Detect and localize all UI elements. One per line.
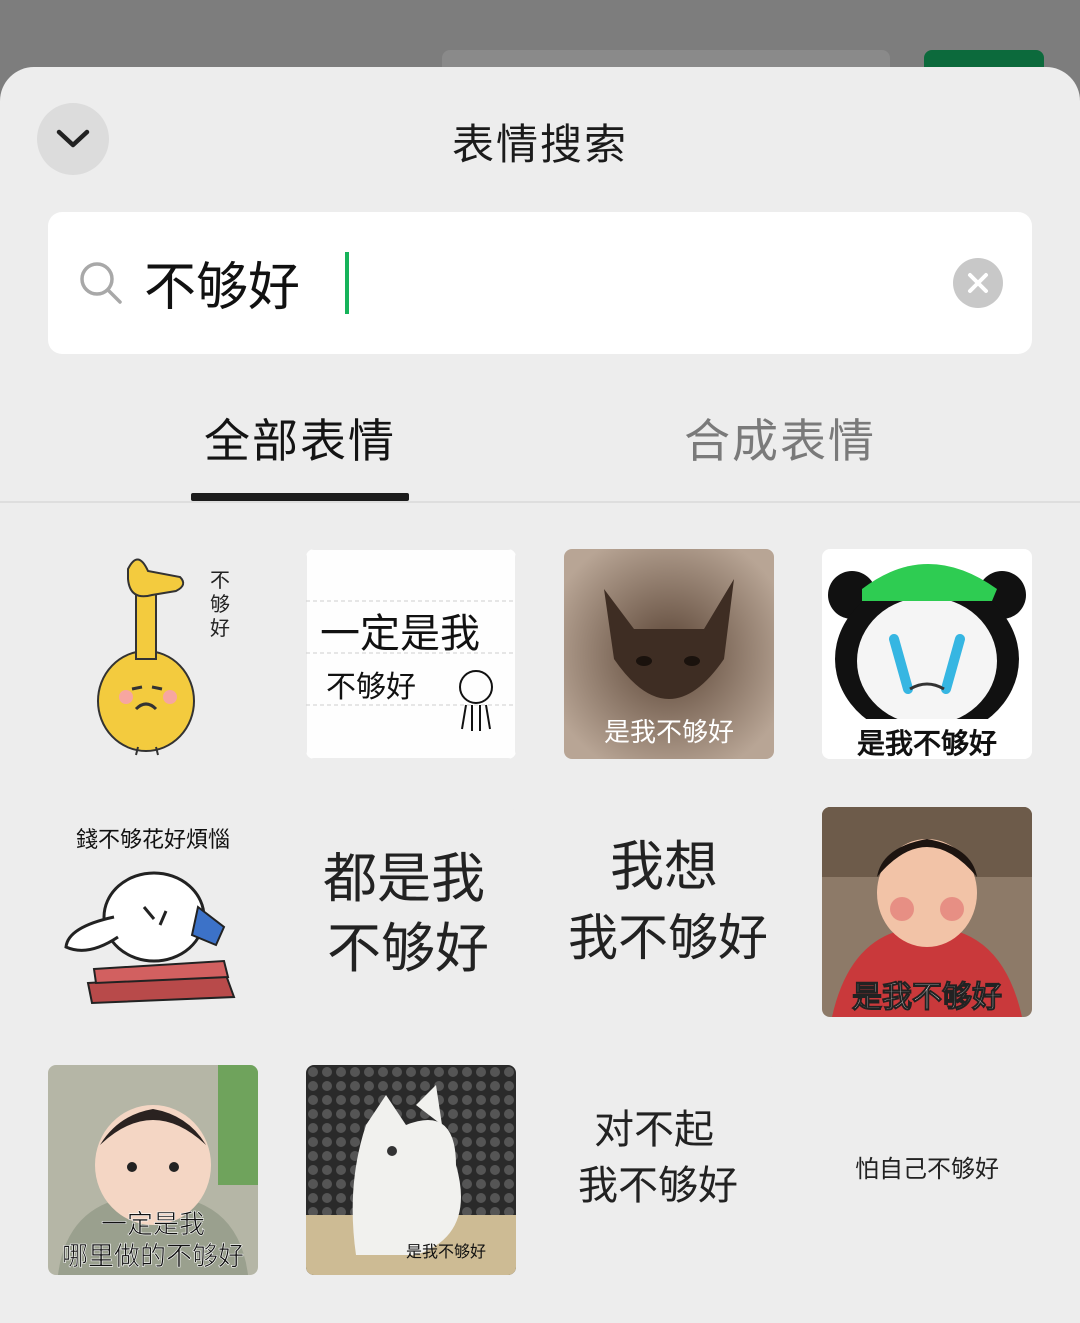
text-sticker: 都是我 不够好: [306, 807, 516, 1017]
svg-text:我不够好: 我不够好: [568, 909, 768, 967]
svg-text:好: 好: [210, 616, 230, 640]
sticker-item[interactable]: 对不起 我不够好: [564, 1065, 774, 1275]
svg-text:一定是我: 一定是我: [320, 611, 480, 657]
svg-text:不够好: 不够好: [326, 670, 416, 705]
clear-button[interactable]: [953, 258, 1003, 308]
svg-text:够: 够: [210, 592, 230, 616]
sticker-search-sheet: 表情搜索 全部表情 合成表情: [0, 67, 1080, 1323]
svg-text:是我不够好: 是我不够好: [406, 1242, 486, 1261]
svg-text:一定是我: 一定是我: [101, 1210, 205, 1240]
tab-bar: 全部表情 合成表情: [0, 355, 1080, 503]
search-bar[interactable]: [48, 212, 1032, 354]
handwritten-note-sticker: 一定是我 不够好: [306, 549, 516, 759]
close-icon: [968, 273, 988, 293]
sticker-item[interactable]: 一定是我 哪里做的不够好: [48, 1065, 258, 1275]
svg-text:是我不够好: 是我不够好: [857, 727, 997, 759]
thumb-character-sticker: 不 够 好: [48, 549, 258, 759]
crying-girl-photo-sticker: 是我不够好: [822, 807, 1032, 1017]
tab-all-stickers[interactable]: 全部表情: [192, 405, 408, 471]
panda-face-sticker: 是我不够好: [822, 549, 1032, 759]
sticker-item[interactable]: 錢不够花好煩惱: [48, 807, 258, 1017]
svg-text:都是我: 都是我: [323, 847, 485, 910]
text-caret: [345, 252, 349, 314]
search-input[interactable]: [144, 236, 904, 328]
text-sticker: 怕自己不够好: [822, 1065, 1032, 1275]
svg-text:我想: 我想: [610, 835, 718, 898]
tab-composite-stickers[interactable]: 合成表情: [672, 405, 888, 471]
text-sticker: 我想 我不够好: [564, 807, 774, 1017]
sticker-item[interactable]: 都是我 不够好: [306, 807, 516, 1017]
sticker-item[interactable]: 怕自己不够好: [822, 1065, 1032, 1275]
text-sticker: 对不起 我不够好: [564, 1065, 774, 1275]
baby-photo-sticker: 一定是我 哪里做的不够好: [48, 1065, 258, 1275]
svg-text:我不够好: 我不够好: [578, 1163, 738, 1209]
sticker-item[interactable]: 是我不够好: [822, 807, 1032, 1017]
svg-text:是我不够好: 是我不够好: [852, 980, 1002, 1015]
svg-text:不够好: 不够好: [327, 917, 489, 980]
search-icon: [80, 262, 122, 304]
sticker-item[interactable]: 是我不够好: [306, 1065, 516, 1275]
active-tab-indicator: [191, 493, 409, 501]
sticker-item[interactable]: 是我不够好: [822, 549, 1032, 759]
cat-photo-sticker: 是我不够好: [564, 549, 774, 759]
svg-text:怕自己不够好: 怕自己不够好: [855, 1155, 999, 1183]
page-title: 表情搜索: [451, 120, 628, 169]
sticker-item[interactable]: 我想 我不够好: [564, 807, 774, 1017]
svg-text:不: 不: [210, 568, 230, 592]
svg-text:錢不够花好煩惱: 錢不够花好煩惱: [76, 828, 230, 853]
rabbit-on-money-sticker: 錢不够花好煩惱: [48, 807, 258, 1017]
svg-text:哪里做的不够好: 哪里做的不够好: [62, 1242, 244, 1272]
white-cat-photo-sticker: 是我不够好: [306, 1065, 516, 1275]
sticker-item[interactable]: 是我不够好: [564, 549, 774, 759]
sticker-item[interactable]: 不 够 好: [48, 549, 258, 759]
svg-text:对不起: 对不起: [594, 1107, 714, 1153]
sticker-item[interactable]: 一定是我 不够好: [306, 549, 516, 759]
svg-text:是我不够好: 是我不够好: [604, 718, 734, 748]
